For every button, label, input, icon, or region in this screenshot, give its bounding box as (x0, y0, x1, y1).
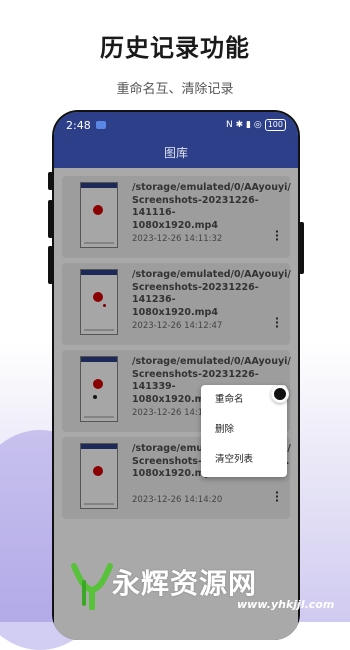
promo-title: 历史记录功能 (100, 34, 250, 62)
status-bar: 2:48 N ✱ ▮ ◎ 100 (54, 112, 298, 138)
record-date: 2023-12-26 14:12:47 (132, 321, 223, 331)
video-thumbnail[interactable] (80, 269, 118, 335)
thumb-shade (81, 270, 117, 334)
battery-icon: 100 (264, 119, 286, 131)
promo-subtitle: 重命名互、清除记录 (116, 82, 234, 97)
record-date: 2023-12-26 14:11:32 (132, 234, 223, 244)
record-date: 2023-12-26 14:14:20 (132, 495, 223, 505)
menu-item-delete[interactable]: 删除 (201, 415, 287, 445)
record-icon (272, 386, 288, 402)
watermark-url: www.yhkjjl.com (237, 598, 335, 611)
record-card[interactable]: /storage/emulated/0/AAyouyi/ Screenshots… (62, 263, 291, 345)
video-thumbnail[interactable] (80, 182, 118, 248)
status-left: 2:48 (66, 119, 106, 132)
record-path: /storage/emulated/0/AAyouyi/ Screenshots… (132, 269, 291, 318)
video-thumbnail[interactable] (80, 356, 118, 422)
video-thumbnail[interactable] (80, 443, 118, 509)
app-bar-title: 图库 (54, 138, 298, 168)
more-icon[interactable]: · · · (272, 313, 282, 332)
status-icons: N ✱ ▮ ◎ (226, 120, 262, 130)
watermark-logo-icon (71, 563, 113, 610)
record-card[interactable]: /storage/emulated/0/AAyouyi/ Screenshots… (62, 176, 291, 258)
notification-icon (95, 121, 106, 129)
status-time: 2:48 (66, 118, 91, 132)
record-path: /storage/emulated/0/AAyouyi/ Screenshots… (132, 182, 291, 231)
thumb-shade (81, 357, 117, 421)
more-icon[interactable]: · · · (272, 226, 282, 245)
menu-item-clear-list[interactable]: 清空列表 (201, 445, 287, 475)
thumb-shade (81, 183, 117, 247)
floating-record-button[interactable] (271, 385, 289, 403)
status-right: N ✱ ▮ ◎ 100 (226, 119, 286, 131)
watermark-text: 永辉资源网 (112, 567, 258, 600)
more-icon[interactable]: · · · (272, 487, 282, 506)
thumb-shade (81, 444, 117, 508)
